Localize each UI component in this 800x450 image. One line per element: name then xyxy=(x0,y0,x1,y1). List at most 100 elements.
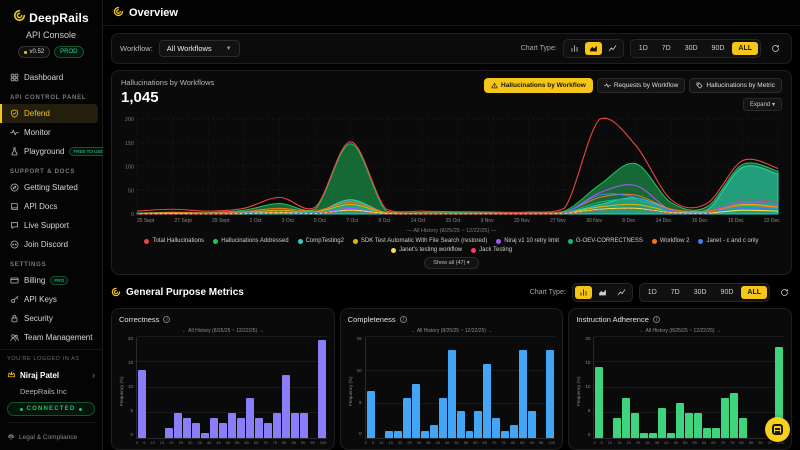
histogram-bar[interactable] xyxy=(640,433,648,438)
refresh-button[interactable] xyxy=(776,286,792,300)
histogram-bar[interactable] xyxy=(685,413,693,438)
chart-type-line-button[interactable] xyxy=(613,286,630,299)
legend-item-g-oev-correctness[interactable]: G-OEV-CORRECTNESS xyxy=(568,238,643,244)
tab-hallucinations-by-metric[interactable]: Hallucinations by Metric xyxy=(689,78,782,93)
range-1d-button[interactable]: 1D xyxy=(633,42,654,55)
info-icon[interactable]: i xyxy=(163,316,170,323)
tab-hallucinations-by-workflow[interactable]: Hallucinations by Workflow xyxy=(484,78,593,93)
histogram-bar[interactable] xyxy=(138,370,146,438)
chart-type-area-button[interactable] xyxy=(594,286,611,299)
range-7d-button[interactable]: 7D xyxy=(665,286,686,299)
histogram-bar[interactable] xyxy=(739,418,747,438)
range-7d-button[interactable]: 7D xyxy=(656,42,677,55)
sidebar-item-team-management[interactable]: Team Management xyxy=(0,328,102,347)
histogram-bar[interactable] xyxy=(255,418,263,438)
legend-item-niraj-v1-10-retry-limit[interactable]: Niraj v1 10 retry limit xyxy=(496,238,559,244)
legend-item-sdk-test-automatic-with-file-search-restored[interactable]: SDK Test Automatic With File Search (res… xyxy=(353,238,487,244)
histogram-bar[interactable] xyxy=(174,413,182,438)
histogram-bar[interactable] xyxy=(676,403,684,438)
legend-item-hallucinations-addressed[interactable]: Hallucinations Addressed xyxy=(213,238,288,244)
histogram-bar[interactable] xyxy=(730,393,738,438)
sidebar-item-security[interactable]: Security xyxy=(0,309,102,328)
sidebar-item-join-discord[interactable]: Join Discord xyxy=(0,235,102,254)
sidebar-item-billing[interactable]: BillingPRO xyxy=(0,271,102,290)
histogram-bar[interactable] xyxy=(457,411,465,438)
histogram-bar[interactable] xyxy=(546,350,554,438)
sidebar-item-monitor[interactable]: Monitor xyxy=(0,123,102,142)
histogram-bar[interactable] xyxy=(658,408,666,438)
histogram-bar[interactable] xyxy=(694,413,702,438)
histogram-bar[interactable] xyxy=(300,413,308,438)
histogram-bar[interactable] xyxy=(595,367,603,438)
histogram-bar[interactable] xyxy=(385,431,393,438)
histogram-bar[interactable] xyxy=(492,418,500,438)
metric-chart[interactable] xyxy=(365,337,556,439)
chart-type-bar-button[interactable] xyxy=(575,286,592,299)
histogram-bar[interactable] xyxy=(703,428,711,438)
histogram-bar[interactable] xyxy=(448,350,456,438)
histogram-bar[interactable] xyxy=(474,411,482,438)
histogram-bar[interactable] xyxy=(412,384,420,438)
histogram-bar[interactable] xyxy=(631,413,639,438)
legend-item-comptesting2[interactable]: CompTesting2 xyxy=(298,238,344,244)
sidebar-item-dashboard[interactable]: Dashboard xyxy=(0,68,102,87)
histogram-bar[interactable] xyxy=(219,423,227,438)
histogram-bar[interactable] xyxy=(367,391,375,438)
histogram-bar[interactable] xyxy=(712,428,720,438)
histogram-bar[interactable] xyxy=(282,375,290,438)
range-30d-button[interactable]: 30D xyxy=(679,42,704,55)
histogram-bar[interactable] xyxy=(318,340,326,438)
legend-item-janet-c-and-c-only[interactable]: Janet - c and c only xyxy=(698,238,758,244)
histogram-bar[interactable] xyxy=(510,425,518,438)
range-30d-button[interactable]: 30D xyxy=(688,286,713,299)
legal-link[interactable]: Legal & Compliance xyxy=(7,422,95,446)
histogram-bar[interactable] xyxy=(165,428,173,438)
sidebar-item-live-support[interactable]: Live Support xyxy=(0,216,102,235)
legend-item-jack-testing[interactable]: Jack Testing xyxy=(471,247,512,253)
range-all-button[interactable]: ALL xyxy=(741,286,767,299)
expand-button[interactable]: Expand ▾ xyxy=(743,98,782,111)
sidebar-item-getting-started[interactable]: Getting Started xyxy=(0,178,102,197)
histogram-bar[interactable] xyxy=(403,398,411,438)
user-menu[interactable]: Niraj Patel › xyxy=(7,366,95,384)
chart-type-line-button[interactable] xyxy=(604,42,621,55)
legend-item-janet-s-testing-workflow[interactable]: Janet's testing workflow xyxy=(391,247,462,253)
histogram-bar[interactable] xyxy=(501,431,509,438)
sidebar-item-api-keys[interactable]: API Keys xyxy=(0,290,102,309)
histogram-bar[interactable] xyxy=(519,350,527,438)
histogram-bar[interactable] xyxy=(201,433,209,438)
range-90d-button[interactable]: 90D xyxy=(706,42,731,55)
histogram-bar[interactable] xyxy=(246,398,254,438)
histogram-bar[interactable] xyxy=(264,423,272,438)
workflow-select[interactable]: All Workflows ▼ xyxy=(159,40,240,57)
histogram-bar[interactable] xyxy=(613,418,621,438)
info-icon[interactable]: i xyxy=(400,316,407,323)
histogram-bar[interactable] xyxy=(210,418,218,438)
range-1d-button[interactable]: 1D xyxy=(642,286,663,299)
chart-type-bar-button[interactable] xyxy=(566,42,583,55)
legend-item-workflow-2[interactable]: Workflow 2 xyxy=(652,238,690,244)
histogram-bar[interactable] xyxy=(430,425,438,438)
range-all-button[interactable]: ALL xyxy=(732,42,758,55)
histogram-bar[interactable] xyxy=(721,398,729,438)
histogram-bar[interactable] xyxy=(228,413,236,438)
histogram-bar[interactable] xyxy=(466,431,474,438)
histogram-bar[interactable] xyxy=(273,413,281,438)
hallucinations-chart[interactable]: 050100150200 xyxy=(121,113,782,217)
histogram-bar[interactable] xyxy=(622,398,630,438)
histogram-bar[interactable] xyxy=(667,433,675,438)
range-90d-button[interactable]: 90D xyxy=(715,286,740,299)
histogram-bar[interactable] xyxy=(483,364,491,438)
sidebar-item-playground[interactable]: PlaygroundFREE TO USE xyxy=(0,142,102,161)
histogram-bar[interactable] xyxy=(649,433,657,438)
legend-item-total-hallucinations[interactable]: Total Hallucinations xyxy=(144,238,204,244)
histogram-bar[interactable] xyxy=(237,418,245,438)
histogram-bar[interactable] xyxy=(421,431,429,438)
histogram-bar[interactable] xyxy=(183,418,191,438)
histogram-bar[interactable] xyxy=(192,423,200,438)
chart-type-area-button[interactable] xyxy=(585,42,602,55)
histogram-bar[interactable] xyxy=(528,411,536,438)
histogram-bar[interactable] xyxy=(394,431,402,438)
show-all-button[interactable]: Show all (47) ▾ xyxy=(424,257,478,269)
refresh-button[interactable] xyxy=(767,42,783,56)
